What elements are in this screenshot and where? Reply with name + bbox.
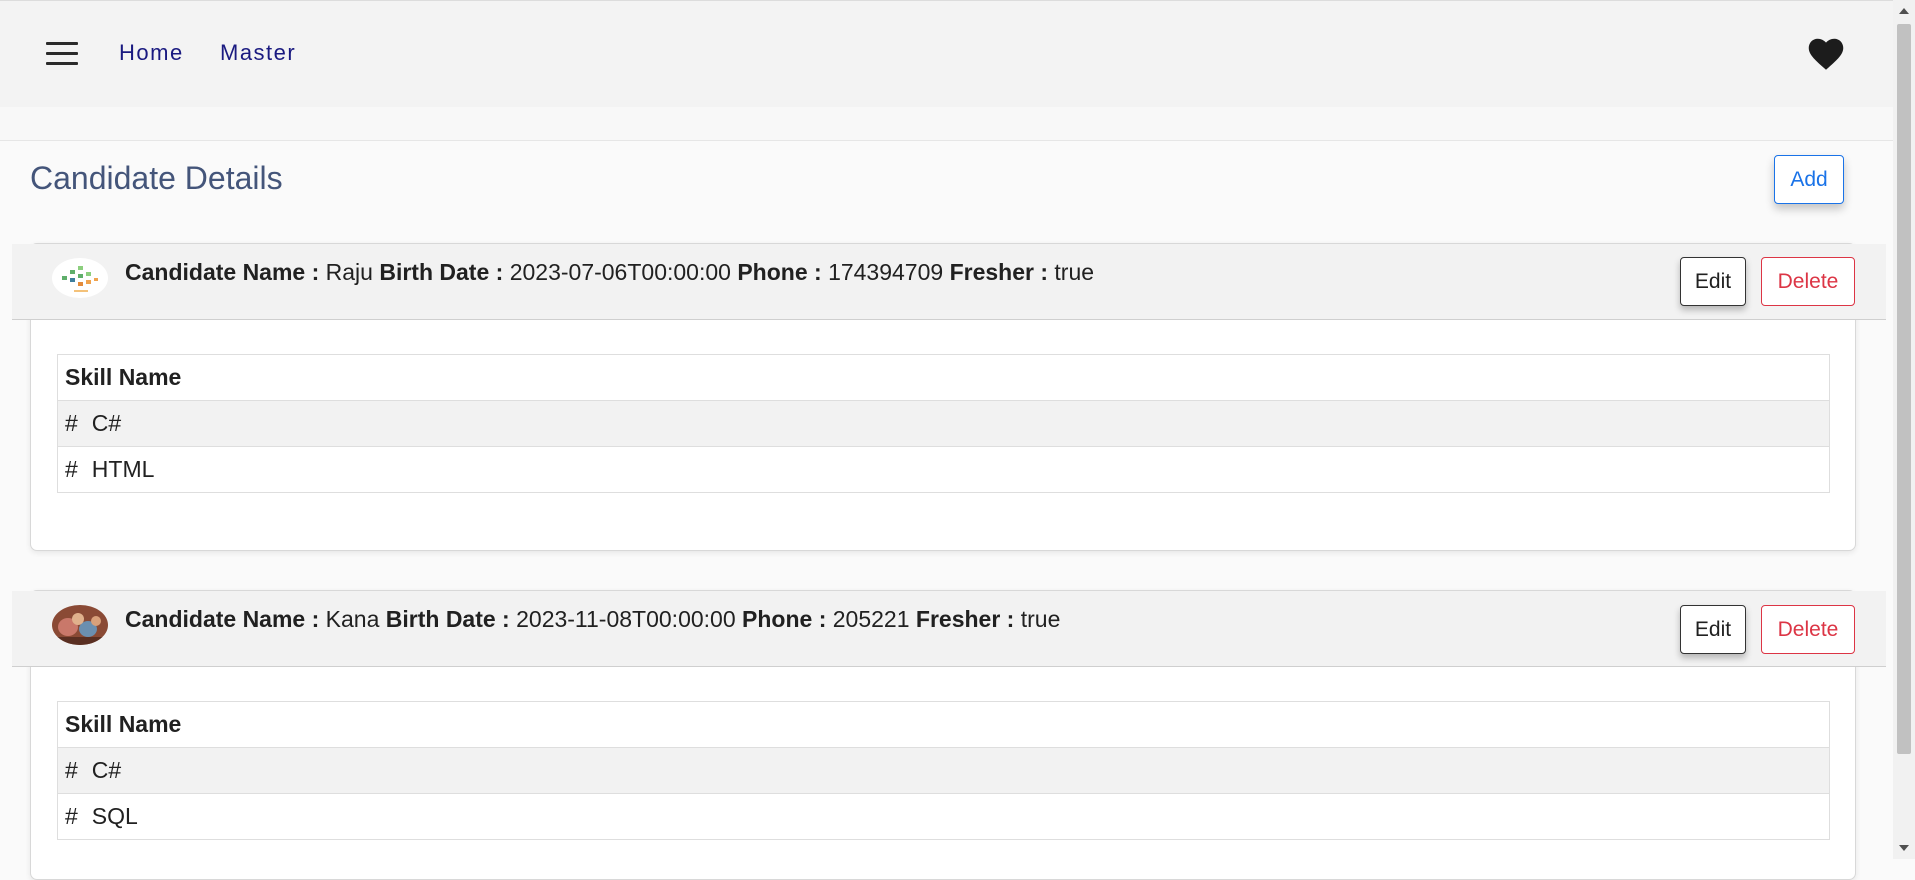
- header-divider: [0, 107, 1893, 141]
- fresher: true: [1020, 606, 1061, 632]
- table-row: # HTML: [57, 446, 1830, 493]
- candidate-name: Kana: [325, 606, 380, 632]
- scroll-up-arrow-icon[interactable]: [1899, 8, 1909, 14]
- page-title: Candidate Details: [30, 160, 283, 196]
- fresher: true: [1054, 259, 1095, 285]
- table-row: # SQL: [57, 793, 1830, 840]
- label-candidate-name: Candidate Name :: [125, 259, 320, 285]
- label-fresher: Fresher :: [949, 259, 1049, 285]
- nav-link-master[interactable]: Master: [220, 40, 296, 66]
- edit-button[interactable]: Edit: [1680, 257, 1746, 306]
- candidate-card: Candidate Name : Kana Birth Date : 2023-…: [12, 590, 1886, 880]
- birth-date: 2023-11-08T00:00:00: [516, 606, 736, 632]
- hash-icon: #: [65, 803, 78, 829]
- scroll-thumb[interactable]: [1897, 24, 1911, 754]
- hamburger-menu-icon[interactable]: [46, 42, 78, 66]
- label-fresher: Fresher :: [915, 606, 1015, 632]
- skill-name: HTML: [91, 456, 155, 482]
- heart-icon[interactable]: [1808, 37, 1844, 71]
- vertical-scrollbar[interactable]: [1893, 0, 1915, 859]
- birth-date: 2023-07-06T00:00:00: [509, 259, 731, 285]
- skill-name-header: Skill Name: [57, 701, 1830, 748]
- candidate-info: Candidate Name : Raju Birth Date : 2023-…: [125, 259, 1094, 286]
- candidate-name: Raju: [325, 259, 373, 285]
- label-birth-date: Birth Date :: [379, 259, 504, 285]
- add-button[interactable]: Add: [1774, 155, 1844, 204]
- scroll-down-arrow-icon[interactable]: [1899, 845, 1909, 851]
- candidate-card: Candidate Name : Raju Birth Date : 2023-…: [12, 243, 1886, 551]
- phone: 205221: [832, 606, 910, 632]
- skills-table: Skill Name # C# # SQL: [57, 701, 1830, 840]
- edit-button[interactable]: Edit: [1680, 605, 1746, 654]
- table-row: # C#: [57, 747, 1830, 794]
- skill-name: C#: [91, 410, 122, 436]
- hash-icon: #: [65, 757, 78, 783]
- skills-table: Skill Name # C# # HTML: [57, 354, 1830, 493]
- hash-icon: #: [65, 410, 78, 436]
- delete-button[interactable]: Delete: [1761, 605, 1855, 654]
- candidate-avatar: [52, 258, 108, 298]
- label-phone: Phone :: [737, 259, 822, 285]
- label-birth-date: Birth Date :: [385, 606, 510, 632]
- top-navbar: Home Master: [0, 0, 1893, 107]
- table-header-row: Skill Name: [57, 354, 1830, 401]
- skill-name: SQL: [91, 803, 138, 829]
- candidate-info: Candidate Name : Kana Birth Date : 2023-…: [125, 606, 1060, 633]
- nav-link-home[interactable]: Home: [119, 40, 184, 66]
- table-row: # C#: [57, 400, 1830, 447]
- label-phone: Phone :: [742, 606, 827, 632]
- hash-icon: #: [65, 456, 78, 482]
- label-candidate-name: Candidate Name :: [125, 606, 320, 632]
- candidate-card-header: Candidate Name : Raju Birth Date : 2023-…: [12, 244, 1886, 320]
- skill-name-header: Skill Name: [57, 354, 1830, 401]
- skill-name: C#: [91, 757, 122, 783]
- candidate-card-header: Candidate Name : Kana Birth Date : 2023-…: [12, 591, 1886, 667]
- candidate-avatar: [52, 605, 108, 645]
- phone: 174394709: [828, 259, 944, 285]
- delete-button[interactable]: Delete: [1761, 257, 1855, 306]
- table-header-row: Skill Name: [57, 701, 1830, 748]
